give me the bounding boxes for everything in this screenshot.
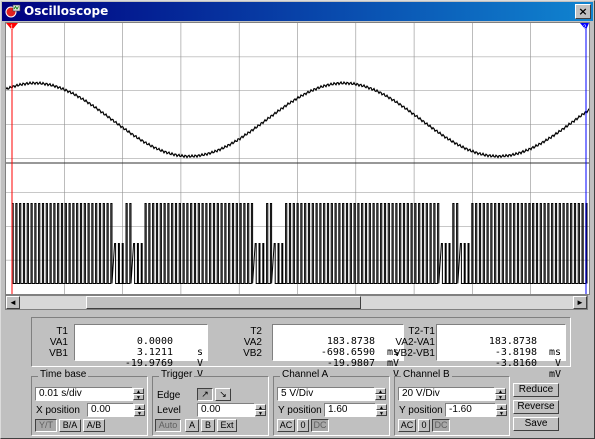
xpos-spinner[interactable]: ▲ ▼	[134, 404, 145, 417]
channel-b-ypos-label: Y position	[399, 405, 443, 416]
channel-a-ac-button[interactable]: AC	[277, 419, 295, 432]
vb2-value: -19.9807	[326, 358, 375, 369]
yt-mode-button[interactable]: Y/T	[35, 419, 57, 432]
trigger-b-button[interactable]: B	[201, 419, 215, 432]
title-bar[interactable]: Oscilloscope ×	[2, 2, 593, 21]
trigger-a-button[interactable]: A	[185, 419, 199, 432]
reduce-button[interactable]: Reduce	[513, 383, 559, 397]
dvb-label: VB2-VB1	[393, 348, 435, 359]
close-button[interactable]: ×	[575, 4, 591, 19]
dvb-value: -3.8160	[494, 358, 537, 369]
channel-b-group: Channel B 20 V/Div ▲ ▼ Y position -1.60 ▲…	[394, 369, 510, 436]
timebase-scale-field[interactable]: 0.01 s/div	[35, 387, 133, 401]
trigger-level-spinner[interactable]: ▲ ▼	[255, 404, 266, 417]
scroll-thumb[interactable]	[86, 296, 361, 309]
spin-down-icon: ▼	[495, 394, 506, 401]
trigger-level-field[interactable]: 0.00	[197, 403, 255, 417]
trigger-title: Trigger	[159, 369, 195, 380]
scroll-right-arrow-icon[interactable]: ►	[573, 296, 587, 309]
t1-label: T1	[56, 326, 68, 337]
vb2-label: VB2	[243, 348, 262, 359]
spin-down-icon: ▼	[376, 410, 387, 417]
channel-b-ypos-field[interactable]: -1.60	[445, 403, 496, 417]
spin-down-icon: ▼	[134, 410, 145, 417]
channel-b-title: Channel B	[401, 369, 452, 380]
cursor-2-handle[interactable]: 2	[580, 23, 589, 31]
channel-a-group: Channel A 5 V/Div ▲ ▼ Y position 1.60 ▲ ▼ …	[273, 369, 390, 436]
va2-unit: mV	[386, 358, 399, 369]
channel-a-scale-spinner[interactable]: ▲ ▼	[375, 388, 386, 401]
readout-box-2: 183.8738 ms -698.6590 mV -19.9807 V	[272, 324, 404, 380]
oscilloscope-screen[interactable]: 1 2	[5, 22, 590, 295]
spin-down-icon: ▼	[375, 394, 386, 401]
trigger-auto-button[interactable]: Auto	[155, 419, 181, 432]
oscilloscope-app-icon	[5, 4, 21, 18]
spin-down-icon: ▼	[133, 394, 144, 401]
channel-b-ac-button[interactable]: AC	[398, 419, 416, 432]
xpos-field[interactable]: 0.00	[87, 403, 134, 417]
readout-box-3: 183.8738 ms -3.8198 V -3.8160 mV	[436, 324, 566, 380]
trigger-group: Trigger Edge ↗ ↘ Level 0.00 ▲ ▼ Auto A B …	[152, 369, 269, 436]
dva-label: VA2-VA1	[395, 337, 435, 348]
waveform-display: 1 2	[6, 23, 589, 294]
ab-mode-button[interactable]: A/B	[83, 419, 105, 432]
channel-b-scale-spinner[interactable]: ▲ ▼	[495, 388, 506, 401]
reverse-button[interactable]: Reverse	[513, 400, 559, 414]
channel-b-scale-field[interactable]: 20 V/Div	[398, 387, 495, 401]
edge-rising-icon[interactable]: ↗	[197, 388, 213, 401]
vb1-label: VB1	[49, 348, 68, 359]
channel-a-dc-button[interactable]: DC	[311, 419, 329, 432]
cursor-readout-panel: T1 VA1 VB1 0.0000 s 3.1211 V -19.9769 V …	[31, 317, 571, 380]
va1-label: VA1	[49, 337, 68, 348]
channel-b-trace	[11, 203, 588, 284]
readout-labels-3: T2-T1 VA2-VA1 VB2-VB1	[387, 326, 435, 359]
trigger-ext-button[interactable]: Ext	[217, 419, 237, 432]
readout-labels-1: T1 VA1 VB1	[36, 326, 68, 359]
channel-a-ypos-label: Y position	[278, 405, 322, 416]
horizontal-scrollbar[interactable]: ◄ ►	[5, 295, 588, 310]
timebase-group: Time base 0.01 s/div ▲ ▼ X position 0.00 …	[31, 369, 148, 436]
readout-labels-2: T2 VA2 VB2	[222, 326, 262, 359]
va2-label: VA2	[243, 337, 262, 348]
oscilloscope-window: Oscilloscope × 1 2 ◄ ► T1 VA1 VB1 0.0000…	[0, 0, 595, 439]
channel-a-zero-button[interactable]: 0	[297, 419, 309, 432]
scroll-left-arrow-icon[interactable]: ◄	[6, 296, 20, 309]
timebase-title: Time base	[38, 369, 89, 380]
save-button[interactable]: Save	[513, 417, 559, 431]
channel-a-ypos-field[interactable]: 1.60	[324, 403, 376, 417]
dva-unit: V	[554, 358, 561, 369]
channel-a-title: Channel A	[280, 369, 331, 380]
spin-down-icon: ▼	[255, 410, 266, 417]
channel-a-scale-field[interactable]: 5 V/Div	[277, 387, 375, 401]
spin-down-icon: ▼	[496, 410, 507, 417]
timebase-scale-spinner[interactable]: ▲ ▼	[133, 388, 144, 401]
edge-falling-icon[interactable]: ↘	[215, 388, 231, 401]
window-title: Oscilloscope	[24, 4, 109, 18]
cursor-1-handle[interactable]: 1	[6, 23, 18, 31]
ba-mode-button[interactable]: B/A	[59, 419, 81, 432]
xpos-label: X position	[36, 405, 80, 416]
readout-box-1: 0.0000 s 3.1211 V -19.9769 V	[74, 324, 208, 380]
dvb-unit: mV	[548, 369, 561, 380]
t2-label: T2	[250, 326, 262, 337]
channel-b-zero-button[interactable]: 0	[418, 419, 430, 432]
channel-a-ypos-spinner[interactable]: ▲ ▼	[376, 404, 387, 417]
level-label: Level	[157, 405, 181, 416]
va1-unit: V	[196, 358, 203, 369]
close-icon: ×	[578, 5, 588, 18]
dt-label: T2-T1	[408, 326, 435, 337]
channel-b-dc-button[interactable]: DC	[432, 419, 450, 432]
channel-b-ypos-spinner[interactable]: ▲ ▼	[496, 404, 507, 417]
edge-label: Edge	[157, 390, 181, 401]
vb1-value: -19.9769	[124, 358, 173, 369]
